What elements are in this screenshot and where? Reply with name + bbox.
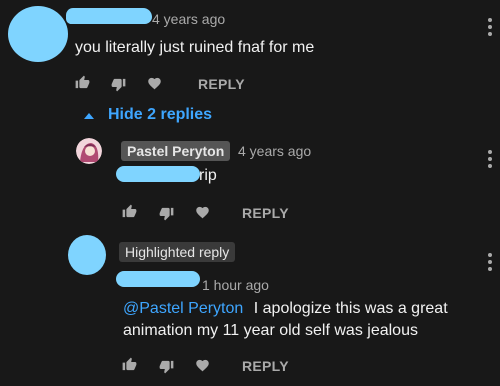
author-name[interactable]: Pastel Peryton	[121, 141, 231, 161]
hide-replies-toggle[interactable]: Hide 2 replies	[84, 106, 212, 124]
comment-text: rip	[199, 167, 217, 184]
reply-button[interactable]: REPLY	[198, 76, 245, 92]
more-vert-icon[interactable]	[487, 18, 493, 36]
author-name-redacted[interactable]	[116, 271, 200, 287]
highlighted-reply-badge: Highlighted reply	[119, 242, 236, 262]
author-name-redacted[interactable]	[66, 8, 152, 24]
reply-button[interactable]: REPLY	[242, 358, 289, 374]
mention-redacted[interactable]	[116, 166, 200, 182]
heart-icon[interactable]	[193, 357, 211, 373]
more-vert-icon[interactable]	[487, 253, 493, 271]
comment-text: you literally just ruined fnaf for me	[75, 39, 315, 56]
comment-timestamp[interactable]: 4 years ago	[152, 11, 225, 27]
comment-timestamp[interactable]: 1 hour ago	[202, 277, 269, 293]
thumbs-down-icon[interactable]	[157, 358, 175, 374]
comment-timestamp[interactable]: 4 years ago	[238, 143, 311, 159]
thumbs-up-icon[interactable]	[120, 203, 138, 219]
thumbs-down-icon[interactable]	[157, 205, 175, 221]
thumbs-down-icon[interactable]	[109, 76, 127, 92]
hide-replies-label: Hide 2 replies	[108, 106, 213, 123]
avatar-redacted[interactable]	[8, 6, 68, 62]
more-vert-icon[interactable]	[487, 150, 493, 168]
comment-text-line1: I apologize this was a great	[253, 300, 448, 317]
thumbs-up-icon[interactable]	[120, 356, 138, 372]
chevron-up-icon	[84, 106, 94, 124]
heart-icon[interactable]	[193, 204, 211, 220]
avatar-redacted[interactable]	[68, 235, 106, 275]
comment-text-line2: animation my 11 year old self was jealou…	[123, 322, 418, 339]
comment-text: @Pastel Peryton I apologize this was a g…	[123, 297, 483, 321]
thumbs-up-icon[interactable]	[73, 74, 91, 90]
avatar[interactable]	[76, 138, 102, 164]
mention-link[interactable]: @Pastel Peryton	[123, 300, 243, 317]
reply-button[interactable]: REPLY	[242, 205, 289, 221]
heart-icon[interactable]	[145, 75, 163, 91]
